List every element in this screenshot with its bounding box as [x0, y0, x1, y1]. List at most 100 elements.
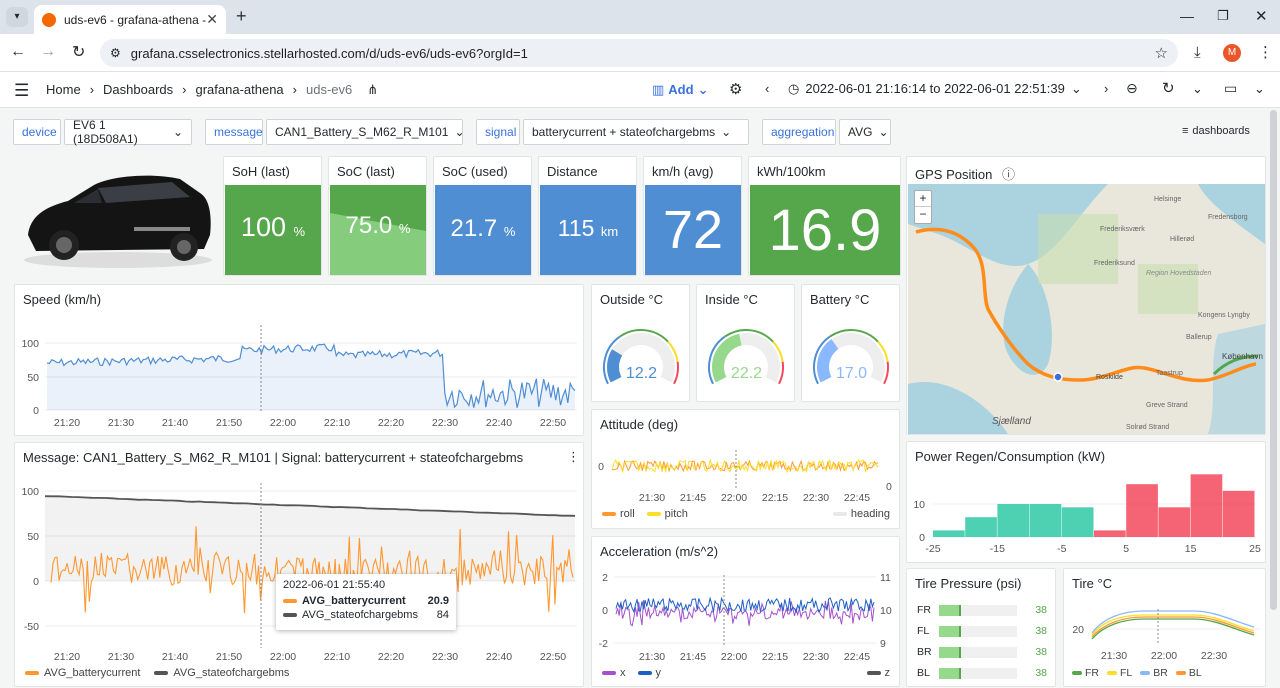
y-tick: 100 [21, 338, 39, 350]
legend-item[interactable]: AVG_batterycurrent [25, 667, 140, 679]
y-tick: 50 [27, 372, 39, 384]
back-icon[interactable]: ← [10, 43, 26, 61]
close-window-icon[interactable]: ✕ [1255, 7, 1268, 25]
device-select[interactable]: EV6 1 (18D508A1) ⌄ [64, 118, 192, 146]
tooltip-time: 2022-06-01 21:55:40 [283, 579, 386, 591]
new-tab-button[interactable]: + [236, 6, 247, 27]
legend-label: AVG_stateofchargebms [173, 667, 290, 679]
refresh-icon[interactable]: ↻ [1162, 79, 1175, 97]
distance-stat-box: 115 km [540, 185, 636, 275]
legend-item[interactable]: BL [1175, 667, 1202, 679]
legend-item[interactable]: y [637, 667, 661, 679]
forward-icon[interactable]: → [40, 43, 56, 61]
legend-item[interactable]: FR [1072, 667, 1099, 679]
chart-tooltip: 2022-06-01 21:55:40 AVG_batterycurrent 20… [276, 574, 456, 630]
tire-pressure-row: FL 38 [917, 624, 1047, 638]
dashboards-link[interactable]: ≡ dashboards [1182, 125, 1250, 137]
zoom-out-icon[interactable]: ⊖ [1126, 80, 1138, 97]
time-shift-back-icon[interactable]: ‹ [765, 81, 769, 96]
x-tick: 22:30 [803, 492, 829, 504]
breadcrumb-dashboards[interactable]: Dashboards [103, 82, 173, 98]
share-icon[interactable]: ⋔ [367, 82, 378, 98]
add-button[interactable]: ▥ Add ⌄ [652, 82, 708, 98]
soc-used-unit: % [503, 224, 516, 239]
histogram-bar[interactable] [1029, 504, 1062, 537]
legend-item[interactable]: AVG_stateofchargebms [154, 667, 289, 679]
histogram-bar[interactable] [1061, 507, 1094, 537]
downloads-icon[interactable]: ⤓ [1194, 44, 1201, 61]
map[interactable]: Helsinge Fredensborg Frederiksværk Hille… [908, 184, 1265, 434]
tab-search-button[interactable]: ▾ [6, 7, 28, 27]
gps-title: GPS Position ⓘ [915, 164, 1015, 183]
histogram-bar[interactable] [1094, 530, 1126, 537]
soc-used-title: SoC (used) [442, 164, 508, 179]
tire-temp-panel: Tire °C 20 21:30 22:00 22:30 FR FL BR BL [1063, 568, 1266, 687]
aggregation-select[interactable]: AVG ⌄ [839, 119, 891, 145]
minimize-icon[interactable]: — [1180, 8, 1194, 24]
zoom-out-button[interactable]: − [915, 207, 931, 221]
add-chart-icon: ▥ [652, 82, 665, 97]
info-icon[interactable]: ⓘ [1002, 167, 1015, 182]
histogram-bar[interactable] [1222, 490, 1255, 537]
restore-icon[interactable]: ❐ [1217, 8, 1229, 24]
address-bar[interactable]: ⚙ grafana.csselectronics.stellarhosted.c… [100, 39, 1178, 67]
x-tick: 21:40 [162, 417, 188, 429]
time-picker[interactable]: ◷ 2022-06-01 21:16:14 to 2022-06-01 22:5… [788, 81, 1082, 97]
collapse-chevron-icon[interactable]: ⌄ [1254, 81, 1265, 97]
menu-icon[interactable]: ☰ [14, 81, 29, 101]
x-tick: 21:30 [108, 417, 134, 429]
x-tick: 22:15 [762, 651, 788, 663]
page-scrollbar[interactable] [1270, 110, 1277, 610]
profile-avatar[interactable]: M [1223, 44, 1241, 62]
map-label: Region Hovedstaden [1146, 270, 1212, 277]
kmh-stat-box: 72 [645, 185, 741, 275]
acceleration-chart: 2 0 -2 11 10 9 21:30 21:45 22:00 22:15 22:30… [599, 572, 892, 663]
reload-icon[interactable]: ↻ [72, 42, 85, 62]
browser-tab[interactable]: uds-ev6 - grafana-athena - Das ✕ [34, 5, 226, 34]
browser-menu-icon[interactable]: ⋮ [1258, 43, 1273, 61]
refresh-interval-chevron-icon[interactable]: ⌄ [1192, 81, 1203, 97]
soc-stat-box: 75.0 % [330, 185, 426, 275]
soc-used-value: 21.7 [450, 215, 498, 242]
y-tick: 0 [919, 532, 925, 544]
y-tick: 20 [1072, 624, 1084, 636]
close-tab-icon[interactable]: ✕ [206, 11, 218, 28]
soc-used-stat-box: 21.7 % [435, 185, 531, 275]
histogram-bar[interactable] [997, 504, 1030, 537]
kmh-panel: km/h (avg) 72 [643, 156, 742, 276]
histogram-bar[interactable] [965, 517, 997, 537]
site-info-icon[interactable]: ⚙ [110, 46, 121, 60]
settings-gear-icon[interactable]: ⚙ [729, 80, 742, 98]
legend-item[interactable]: FL [1107, 667, 1132, 679]
soh-panel: SoH (last) 100 % [223, 156, 322, 276]
histogram-bar[interactable] [1190, 474, 1223, 537]
message-select[interactable]: CAN1_Battery_S_M62_R_M101 ⌄ [266, 119, 465, 145]
tire-label: BL [917, 667, 930, 679]
legend-label: FR [1085, 667, 1099, 679]
legend-item[interactable]: pitch [646, 508, 688, 520]
zoom-in-button[interactable]: + [915, 191, 931, 207]
legend-item[interactable]: heading [832, 508, 890, 520]
legend-item[interactable]: roll [602, 508, 635, 520]
gps-title-text: GPS Position [915, 167, 993, 182]
breadcrumb-folder[interactable]: grafana-athena [195, 82, 283, 98]
breadcrumb-home[interactable]: Home [46, 82, 81, 98]
legend-item[interactable]: BR [1140, 667, 1168, 679]
histogram-bar[interactable] [1126, 484, 1158, 537]
tire-pressure-panel: Tire Pressure (psi) FR 38 FL 38 BR 38 BL 38 [906, 568, 1056, 687]
legend-item[interactable]: z [866, 667, 890, 679]
y-tick-right: 11 [880, 572, 891, 584]
tv-mode-icon[interactable]: ▭ [1224, 80, 1237, 97]
histogram-bar[interactable] [933, 530, 965, 537]
time-shift-forward-icon[interactable]: › [1104, 81, 1108, 96]
breadcrumb: Home › Dashboards › grafana-athena › uds-ev… [46, 82, 378, 98]
x-tick: -5 [1057, 543, 1066, 555]
signal-select[interactable]: batterycurrent + stateofchargebms ⌄ [523, 119, 749, 145]
aggregation-value: AVG [848, 125, 873, 139]
legend-item[interactable]: x [602, 667, 626, 679]
y-tick-right: 0 [886, 481, 892, 493]
tire-value: 38 [1035, 667, 1047, 679]
bookmark-star-icon[interactable]: ☆ [1155, 44, 1168, 62]
histogram-bar[interactable] [1158, 507, 1191, 537]
chevron-down-icon: ⌄ [697, 82, 709, 97]
